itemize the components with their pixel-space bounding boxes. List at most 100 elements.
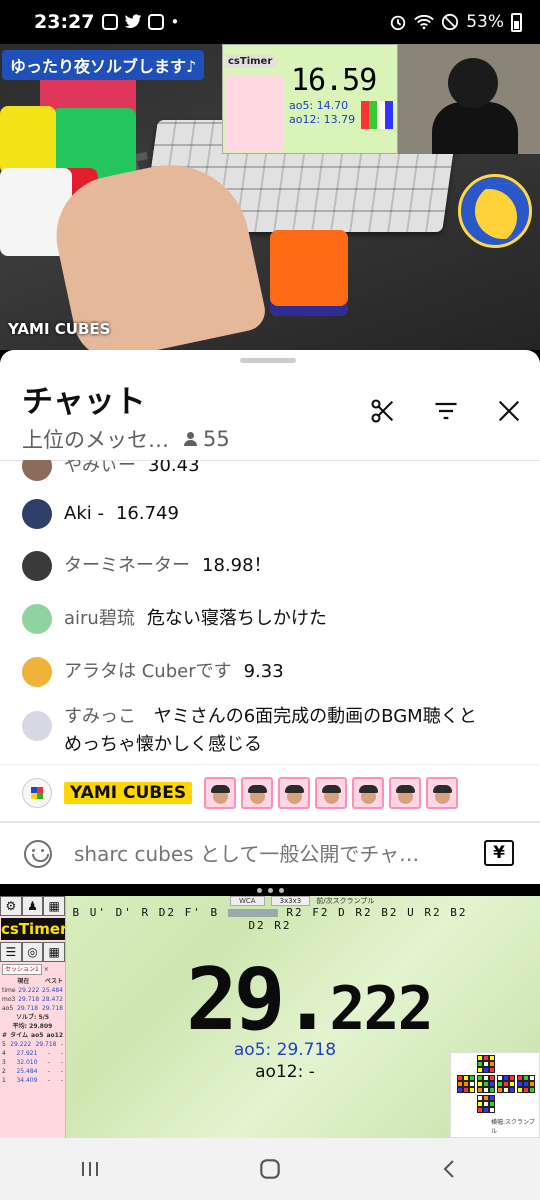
stats-row[interactable]: time 29.222 25.484 [2,986,63,995]
member-sticker [278,777,311,809]
emoji-icon[interactable] [24,839,52,868]
video-player[interactable]: tribox ゆったり夜ソルブします♪ csTimer 16.59 ao5: 1… [0,44,540,350]
chat-input-bar: ¥ [0,822,540,884]
stats-row[interactable]: ao5 29.718 29.718 [2,1004,63,1013]
message-author[interactable]: ターミネーター [64,552,190,580]
chat-input[interactable] [74,841,464,866]
message-author[interactable]: アラタは Cuberです [64,658,232,686]
streamer-camera [398,44,540,154]
stats-cell[interactable]: 29.718 [18,995,39,1004]
filter-button[interactable] [431,396,461,426]
times-header-cell: タイム [10,1032,28,1039]
message-author[interactable]: Aki - [64,500,104,528]
grid-icon[interactable]: ▦ [43,896,66,916]
cube-face-back [517,1075,535,1093]
avatar[interactable] [22,499,52,529]
super-chat-button[interactable]: ¥ [484,840,514,866]
avatar[interactable] [22,657,52,687]
chat-mode-selector[interactable]: 上位のメッセ… 55 [22,424,230,454]
stats-cell[interactable]: 28.472 [42,995,63,1004]
cube-face-down [477,1095,495,1113]
cube-face-up [477,1055,495,1073]
clip-button[interactable] [368,396,398,426]
cstimer-logo[interactable]: csTimer [1,918,67,940]
live-chat-panel: チャット 上位のメッセ… 55 やみぃー 30.43 Aki - 16.749 … [0,350,540,884]
cstimer-sidebar: ⚙ ♟ ▦ csTimer ☰ ◎ ▦ セッション1 × 現在 ベスト time… [0,896,67,1138]
instagram-icon [148,14,165,30]
message-text: 危ない寝落ちしかけた [146,608,327,629]
message-author[interactable]: airu碧琉 [64,605,135,633]
chat-title: チャット [22,384,146,420]
recent-apps-icon [82,1162,98,1176]
cube-image [0,106,56,174]
drag-handle[interactable] [240,358,296,363]
message-text: 9.33 [243,661,284,682]
avatar[interactable] [22,460,52,481]
chat-message: ターミネーター 18.98！ [22,551,522,581]
close-button[interactable] [494,396,524,426]
timer-decimals: 222 [329,974,433,1044]
message-body: すみっこ ヤミさんの6面完成の動画のBGM聴くと めっちゃ懐かしく感じる [64,703,477,759]
member-sticker [204,777,237,809]
session-select[interactable]: セッション1 [2,964,42,975]
overlay-time: 16.59 [291,63,377,98]
stats-header: 現在 ベスト [2,977,63,986]
member-sticker [426,777,459,809]
back-button[interactable] [420,1149,480,1189]
overlay-ao12: ao12: 13.79 [289,113,356,126]
notification-icons: • [102,13,179,31]
stats-cell: mo3 [2,996,16,1003]
filter-icon [435,402,457,420]
channel-logo: YAMI CUBES [8,320,111,338]
scissors-icon [371,399,394,423]
message-list[interactable]: やみぃー 30.43 Aki - 16.749 ターミネーター 18.98！ a… [0,460,540,764]
message-author[interactable]: やみぃー [64,460,136,480]
split-screen-handle[interactable] [0,884,540,896]
list-icon[interactable]: ☰ [0,942,22,962]
stats-cell[interactable]: 25.484 [42,986,63,995]
message-author[interactable]: すみっこ [64,706,136,727]
owner-avatar[interactable] [22,778,52,808]
stats-cell[interactable]: 29.222 [18,986,39,995]
stats-icon[interactable]: ◎ [21,942,44,962]
stats-cell[interactable]: 29.718 [42,1004,63,1013]
dot-icon [278,887,284,893]
scramble-type-select[interactable]: WCA [230,896,265,906]
close-icon [498,400,520,422]
stream-banner: ゆったり夜ソルブします♪ [2,50,205,80]
battery-icon [511,12,522,32]
scramble-preview[interactable]: 横幅:スクランブル [450,1052,540,1138]
do-not-disturb-icon [442,13,459,31]
message-text: 18.98！ [202,555,272,576]
scramble-size-select[interactable]: 3x3x3 [270,896,311,906]
avatar[interactable] [22,551,52,581]
avatar[interactable] [22,711,52,741]
back-icon [443,1160,454,1178]
scramble-nav-link[interactable]: 前/次スクランブル [316,896,374,906]
gear-icon[interactable]: ⚙ [0,896,22,916]
person-icon [183,432,197,446]
scramble-text[interactable]: B U' D' R D2 F' B R2 F2 D R2 B2 U R2 B2 … [70,906,470,932]
chat-message: airu碧琉 危ない寝落ちしかけた [22,604,522,634]
account-icon[interactable]: ♟ [21,896,44,916]
message-text: 30.43 [148,460,200,476]
overlay-ao5: ao5: 14.70 [289,99,349,112]
stats-header-cell: ベスト [44,978,63,985]
clock: 23:27 [34,11,95,33]
session-mean: 平均: 29.809 [12,1023,53,1030]
close-icon[interactable]: × [44,966,49,973]
grid-icon[interactable]: ▦ [43,942,66,962]
member-sticker [241,777,274,809]
home-button[interactable] [240,1149,300,1189]
stats-row[interactable]: mo3 29.718 28.472 [2,995,63,1004]
session-selector[interactable]: セッション1 × [2,964,63,975]
recent-apps-button[interactable] [60,1149,120,1189]
timer-overlay: csTimer 16.59 ao5: 14.70 ao12: 13.79 [222,44,398,154]
cube-face-right [497,1075,515,1093]
avatar[interactable] [22,604,52,634]
stats-cell[interactable]: 29.718 [17,1004,38,1013]
timer-display[interactable]: 29. 222 [186,950,434,1050]
status-bar: 23:27 • 53% [0,0,540,44]
chat-message: Aki - 16.749 [22,499,522,529]
owner-badge[interactable]: YAMI CUBES [64,782,193,804]
